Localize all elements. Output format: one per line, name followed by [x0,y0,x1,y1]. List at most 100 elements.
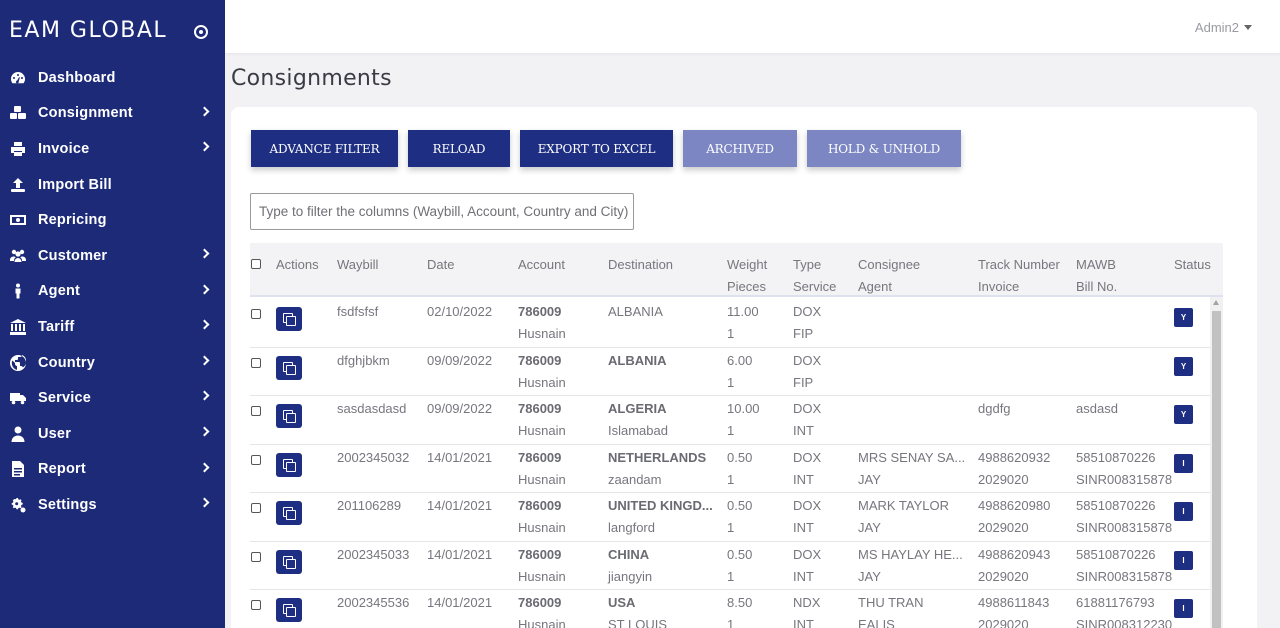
cell-type: DOX [793,546,822,562]
cell-account: 786009 [518,498,562,513]
cell-account-name: Husnain [518,374,566,390]
copy-icon [283,604,296,617]
status-badge[interactable]: I [1174,599,1193,618]
copy-button[interactable] [276,501,302,525]
printer-icon [9,140,27,158]
advance-filter-button[interactable]: Advance Filter [251,130,398,167]
header-bill-no[interactable]: Bill No. [1076,276,1117,298]
header-consignee[interactable]: Consignee [858,254,920,276]
header-waybill[interactable]: Waybill [337,254,378,276]
truck-icon [9,389,27,407]
cell-account-name: Husnain [518,326,566,341]
sidebar-item-consignment[interactable]: Consignment [0,96,225,132]
filter-input[interactable] [250,193,634,230]
cell-date: 14/01/2021 [427,546,493,562]
sidebar-item-dashboard[interactable]: Dashboard [0,60,225,96]
row-checkbox[interactable] [251,309,261,319]
sidebar-item-agent[interactable]: Agent [0,274,225,310]
cell-destination: ALBANIA [608,352,667,368]
upload-icon [9,176,27,194]
cell-bill: SINR008315878 [1076,568,1173,584]
cell-mawb: 58510870226 [1076,546,1156,562]
cell-city: zaandam [608,471,662,487]
select-all-checkbox[interactable] [251,259,261,269]
table-row[interactable]: sasdasdasd 09/09/2022 786009 Husnain ALGERIA… [250,396,1210,445]
cell-account: 786009 [518,304,562,319]
header-date[interactable]: Date [427,254,454,276]
copy-button[interactable] [276,452,302,477]
status-badge[interactable]: Y [1174,405,1193,424]
cell-account: 786009 [518,595,562,610]
sidebar-item-settings[interactable]: Settings [0,487,225,523]
row-checkbox[interactable] [251,406,261,416]
scrollbar-thumb[interactable] [1212,311,1221,628]
cell-date: 14/01/2021 [427,449,493,465]
sidebar-item-label: Report [38,461,86,478]
status-badge[interactable]: I [1174,502,1193,521]
table-row[interactable]: 2002345033 14/01/2021 786009 Husnain CHINA ji… [250,542,1210,590]
archived-button[interactable]: Archived [683,130,797,167]
table-scrollbar[interactable] [1210,297,1223,628]
cell-destination: USA [608,595,636,610]
export-excel-button[interactable]: Export to Excel [520,130,673,167]
cell-date: 02/10/2022 [427,304,493,319]
cell-city: langford [608,520,655,535]
header-agent[interactable]: Agent [858,276,892,298]
sidebar-item-import-bill[interactable]: Import Bill [0,167,225,203]
sidebar-item-customer[interactable]: Customer [0,238,225,274]
copy-button[interactable] [276,598,302,622]
copy-button[interactable] [276,307,302,331]
cell-destination: NETHERLANDS [608,449,707,465]
status-badge[interactable]: I [1174,453,1193,473]
sidebar-item-user[interactable]: User [0,416,225,452]
chevron-right-icon [199,355,210,366]
sidebar-item-report[interactable]: Report [0,452,225,488]
table-row[interactable]: dfghjbkm 09/09/2022 786009 Husnain ALBANIA 6.… [250,348,1210,396]
sidebar-item-label: Consignment [38,105,133,122]
sidebar-toggle-icon[interactable] [194,25,208,39]
cell-weight: 10.00 [727,401,760,416]
header-type[interactable]: Type [793,254,821,276]
row-checkbox[interactable] [251,551,261,562]
reload-button[interactable]: Reload [408,130,510,167]
header-mawb[interactable]: MAWB [1076,254,1116,276]
row-checkbox[interactable] [251,600,261,610]
header-service[interactable]: Service [793,276,836,298]
header-account[interactable]: Account [518,254,565,276]
sidebar-item-repricing[interactable]: Repricing [0,202,225,238]
user-menu[interactable]: Admin2 [1195,20,1252,35]
header-destination[interactable]: Destination [608,254,673,276]
copy-icon [283,361,296,375]
cell-service: INT [793,568,814,584]
header-pieces[interactable]: Pieces [727,276,766,298]
table-row[interactable]: 201106289 14/01/2021 786009 Husnain UNITED K… [250,493,1210,542]
hold-unhold-button[interactable]: Hold & Unhold [807,130,961,167]
copy-button[interactable] [276,355,302,380]
header-weight[interactable]: Weight [727,254,767,276]
header-invoice[interactable]: Invoice [978,276,1019,298]
cell-city: ST LOUIS [608,617,668,628]
copy-button[interactable] [276,549,302,574]
status-badge[interactable]: Y [1174,308,1193,327]
row-checkbox[interactable] [251,357,261,368]
scroll-up-icon[interactable] [1213,300,1219,305]
status-badge[interactable]: I [1174,550,1193,570]
row-checkbox[interactable] [251,454,261,465]
cell-destination: ALGERIA [608,401,667,416]
cell-account-name: Husnain [518,520,566,535]
sidebar-item-service[interactable]: Service [0,380,225,416]
cell-account-name: Husnain [518,423,566,438]
table-row[interactable]: 2002345536 14/01/2021 786009 Husnain USA ST L… [250,590,1210,628]
sidebar-item-country[interactable]: Country [0,345,225,381]
table-row[interactable]: fsdfsfsf 02/10/2022 786009 Husnain ALBANIA 11… [250,299,1210,348]
cell-type: DOX [793,401,822,416]
status-badge[interactable]: Y [1174,356,1193,376]
header-track-number[interactable]: Track Number [978,254,1060,276]
brand-logo[interactable]: EAM GLOBAL [9,18,167,43]
row-checkbox[interactable] [251,503,261,513]
sidebar-item-tariff[interactable]: Tariff [0,309,225,345]
table-row[interactable]: 2002345032 14/01/2021 786009 Husnain NETHERL… [250,445,1210,493]
copy-button[interactable] [276,404,302,428]
sidebar-item-invoice[interactable]: Invoice [0,131,225,167]
header-status[interactable]: Status [1174,254,1211,276]
